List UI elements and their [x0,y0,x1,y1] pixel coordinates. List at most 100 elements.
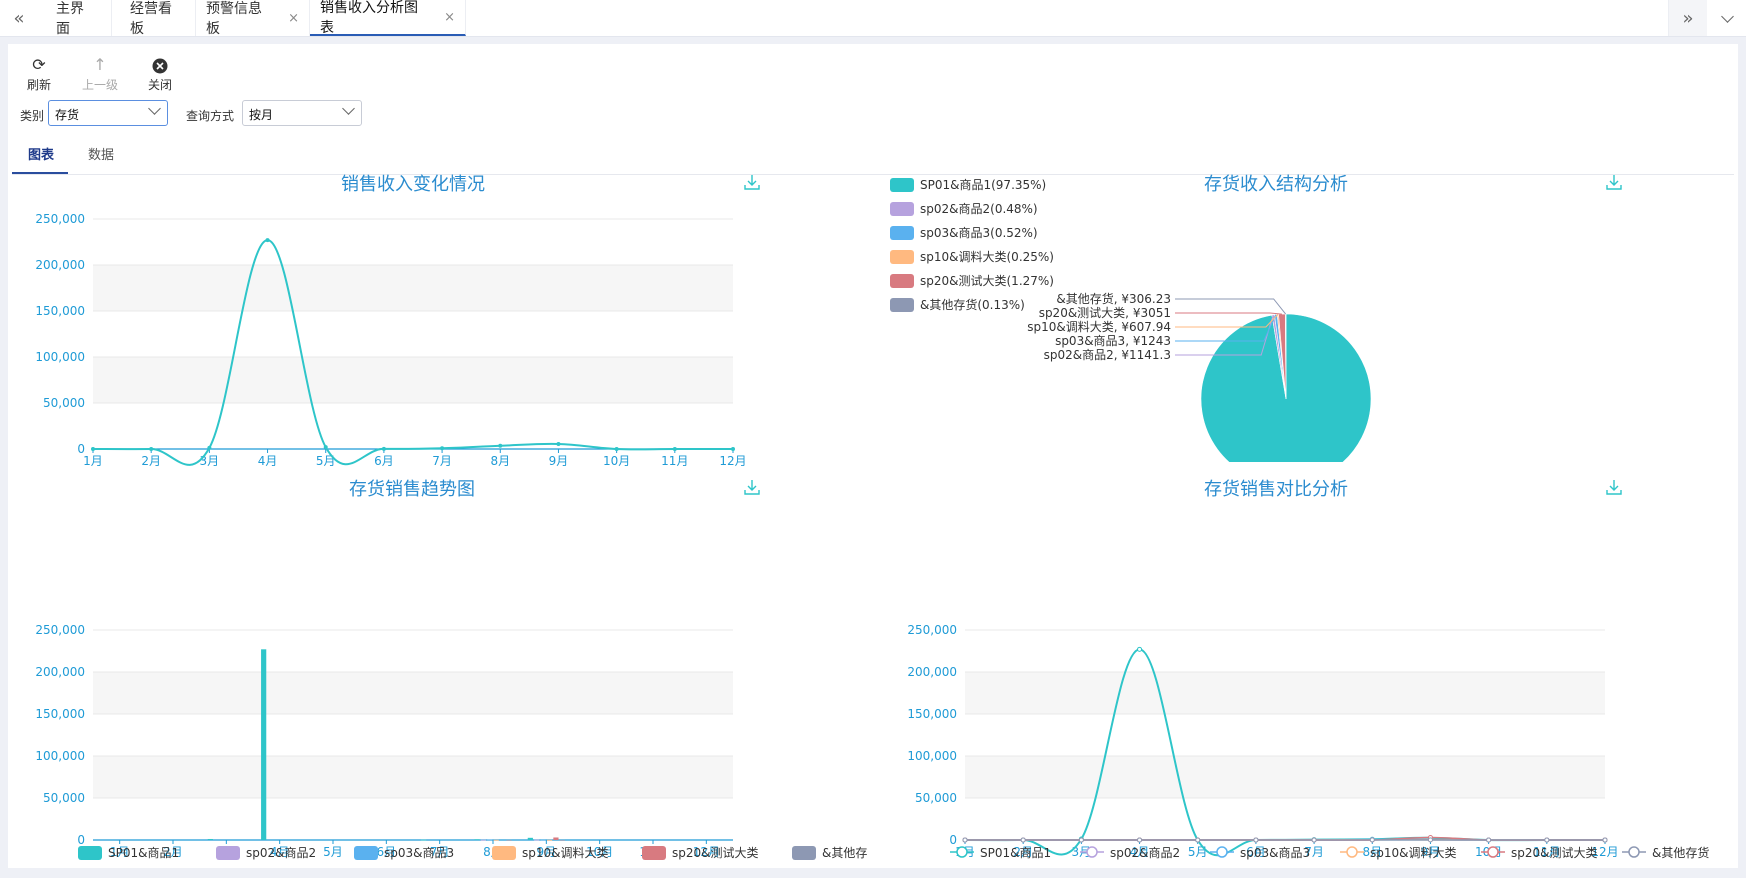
x-tick-label: 5月 [1188,845,1208,859]
y-tick-label: 50,000 [43,396,85,410]
close-tab-icon[interactable]: × [288,11,299,26]
legend-swatch [792,846,816,860]
grid-band [93,265,733,311]
tab-dashboard[interactable]: 经营看板 [112,0,196,37]
close-button[interactable]: 关闭 [135,56,185,93]
bar [553,837,559,840]
label-leader-line [1175,312,1282,315]
data-point [381,446,386,451]
data-point [1137,837,1143,843]
download-icon[interactable] [744,479,760,495]
bar [546,839,553,841]
close-tab-icon[interactable]: × [444,10,455,25]
bar [487,839,493,841]
bar [474,839,480,841]
subtab-data[interactable]: 数据 [88,144,114,174]
grid-band [93,672,733,714]
data-point [614,447,619,451]
y-tick-label: 50,000 [915,791,957,805]
legend-swatch [78,846,102,860]
x-tick-label: 2月 [141,454,161,468]
tab-warning[interactable]: 预警信息板 × [196,0,310,37]
legend-label: sp10&调料大类 [522,846,609,860]
category-select[interactable]: 存货 [48,100,168,126]
x-tick-label: 1月 [83,454,103,468]
query-mode-label: 查询方式 [186,109,235,123]
label-leader-line [1175,298,1287,315]
legend-marker [1216,846,1228,858]
scroll-tabs-right-icon[interactable]: » [1668,0,1707,36]
data-point [149,447,154,451]
legend-label: sp02&商品2 [246,845,316,860]
content-card: ⟳ 刷新 ↑ 上一级 关闭 类别 存货 查询方式 按月 图表 数据 销售收入变化… [8,44,1738,868]
query-mode-select[interactable]: 按月 [242,100,362,126]
subtab-chart[interactable]: 图表 [28,144,54,174]
legend-marker [1086,846,1098,858]
legend-label: sp02&商品2(0.48%) [920,201,1038,216]
y-tick-label: 50,000 [43,791,85,805]
legend-swatch [890,250,914,264]
y-tick-label: 150,000 [907,707,957,721]
legend-swatch [216,846,240,860]
chart-title-sales-change: 销售收入变化情况 [341,174,485,195]
scroll-tabs-left-icon[interactable]: « [0,0,38,36]
chart-title-compare: 存货销售对比分析 [1204,479,1348,500]
bar [493,839,499,841]
y-tick-label: 100,000 [907,749,957,763]
data-point [498,443,503,448]
category-value: 存货 [55,108,80,122]
y-tick-label: 150,000 [35,304,85,318]
y-tick-label: 250,000 [907,623,957,637]
tab-main[interactable]: 主界面 [38,0,112,37]
legend-label: &其他存货(0.13%) [920,297,1025,312]
x-tick-label: 10月 [603,454,630,468]
download-icon[interactable] [744,174,760,190]
bar [527,837,533,840]
y-tick-label: 200,000 [35,258,85,272]
data-point [731,447,735,451]
slice-label: sp02&商品2, ¥1141.3 [1044,347,1171,362]
bar [207,838,213,840]
grid-band [93,357,733,403]
refresh-button[interactable]: ⟳ 刷新 [14,56,64,93]
slice-label: sp10&调料大类, ¥607.94 [1027,320,1171,334]
data-point [323,445,328,450]
refresh-label: 刷新 [26,78,51,92]
tab-bar: « 主界面 经营看板 预警信息板 × 销售收入分析图表 × » [0,0,1746,37]
data-point [1427,837,1433,843]
data-point [1602,837,1608,843]
y-tick-label: 100,000 [35,749,85,763]
data-point [440,446,445,451]
arrow-up-icon: ↑ [93,55,107,74]
grid-band [965,672,1605,714]
bar [506,839,512,841]
chevron-down-icon [342,102,355,115]
slice-label: sp20&测试大类, ¥3051 [1039,305,1171,320]
tab-sales-chart[interactable]: 销售收入分析图表 × [310,0,466,36]
legend-label: sp10&调料大类(0.25%) [920,250,1054,264]
x-tick-label: 6月 [374,454,394,468]
compare-line-chart: 050,000100,000150,000200,000250,0001月2月3… [907,623,1709,860]
data-point [672,447,677,451]
x-tick-label: 7月 [432,454,452,468]
data-point [1253,837,1259,843]
up-level-button[interactable]: ↑ 上一级 [75,56,125,93]
download-icon[interactable] [1606,479,1622,495]
x-tick-label: 5月 [323,845,343,859]
legend-label: SP01&商品1(97.35%) [920,177,1046,192]
grid-band [965,756,1605,798]
legend-label: &其他存货 [822,845,868,860]
tab-menu-chevron-icon[interactable] [1708,0,1746,36]
data-point [1137,646,1143,652]
y-tick-label: 150,000 [35,707,85,721]
trend-bar-chart: 050,000100,000150,000200,000250,0001月2月3… [35,623,868,860]
y-tick-label: 100,000 [35,350,85,364]
bar [534,839,540,841]
bar [540,839,546,841]
data-point [1544,837,1550,843]
x-tick-label: 9月 [549,454,569,468]
slice-label: sp03&商品3, ¥1243 [1055,333,1171,348]
structure-pie-chart: SP01&商品1(97.35%) sp02&商品2(0.48%) sp03&商品3(… [890,177,1372,462]
legend-swatch [890,178,914,192]
legend-label: sp03&商品3(0.52%) [920,225,1038,240]
